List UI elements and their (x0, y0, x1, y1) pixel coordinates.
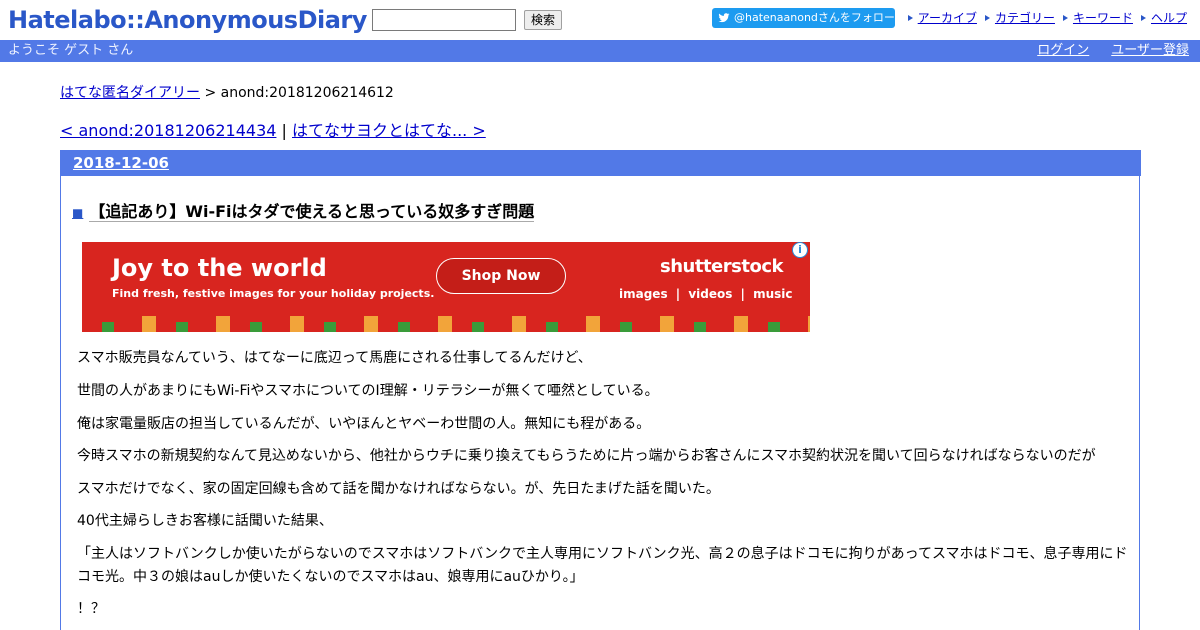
nav-archive-link[interactable]: アーカイブ (918, 10, 977, 26)
ad-headline: Joy to the world (112, 254, 327, 282)
entry-paragraph: 今時スマホの新規契約なんて見込めないから、他社からウチに乗り換えてもらうために片… (77, 448, 1096, 464)
arrow-right-icon (1062, 13, 1071, 23)
entry-paragraph: 40代主婦らしきお客様に話聞いた結果、 (77, 513, 333, 529)
breadcrumb-home[interactable]: はてな匿名ダイアリー (60, 85, 200, 101)
gift-pattern-icon (102, 316, 810, 332)
breadcrumb-current: anond:20181206214612 (220, 85, 394, 101)
nav-keyword[interactable]: キーワード (1062, 10, 1133, 26)
user-bar: ようこそ ゲスト さん ログイン ユーザー登録 (0, 40, 1200, 62)
top-nav: アーカイブ カテゴリー キーワード ヘルプ (907, 10, 1187, 26)
prev-entry-link[interactable]: < anond:20181206214434 (60, 121, 276, 140)
entry-paragraph: 「主人はソフトバンクしか使いたがらないのでスマホはソフトバンクで主人専用にソフト… (77, 546, 1128, 562)
ad-menu: images | videos | music (619, 287, 793, 301)
nav-help-link[interactable]: ヘルプ (1151, 10, 1187, 26)
login-link[interactable]: ログイン (1037, 40, 1089, 62)
account-links: ログイン ユーザー登録 (1037, 40, 1189, 62)
ad-brand-logo: shutterstock (660, 256, 783, 277)
nav-keyword-link[interactable]: キーワード (1073, 10, 1133, 26)
entry-date-link[interactable]: 2018-12-06 (73, 153, 169, 173)
breadcrumb: はてな匿名ダイアリー > anond:20181206214612 (60, 84, 394, 102)
pager-separator: | (276, 121, 292, 140)
permalink-square-icon[interactable]: ■ (72, 206, 83, 220)
twitter-icon (718, 13, 730, 23)
entry-section: 2018-12-06 ■ 【追記あり】Wi-Fiはタダで使えると思っている奴多すぎ… (60, 150, 1141, 630)
twitter-follow-button[interactable]: @hatenaanondさんをフォロー (712, 8, 895, 28)
ad-banner[interactable]: Joy to the world Find fresh, festive ima… (82, 242, 810, 332)
welcome-text: ようこそ ゲスト さん (8, 43, 134, 58)
search-input[interactable] (372, 9, 516, 31)
nav-help[interactable]: ヘルプ (1140, 10, 1187, 26)
date-header: 2018-12-06 (61, 150, 1141, 176)
ad-info-icon[interactable]: i (792, 242, 808, 258)
nav-archive[interactable]: アーカイブ (907, 10, 977, 26)
register-link[interactable]: ユーザー登録 (1111, 40, 1189, 62)
logo-text[interactable]: Hatelabo::AnonymousDiary (8, 6, 367, 34)
entry-paragraph: ！？ (77, 601, 105, 617)
entry-pager: < anond:20181206214434 | はてなサヨクとはてな... > (60, 121, 486, 141)
nav-category-link[interactable]: カテゴリー (995, 10, 1055, 26)
entry-paragraph: スマホだけでなく、家の固定回線も含めて話を聞かなければならない。が、先日たまげた… (77, 481, 720, 497)
search-button[interactable]: 検索 (524, 10, 562, 30)
site-logo[interactable]: Hatelabo::AnonymousDiary (8, 4, 367, 36)
entry-paragraph: スマホ販売員なんていう、はてなーに底辺って馬鹿にされる仕事してるんだけど、 (77, 350, 592, 366)
follow-label: @hatenaanondさんをフォロー (734, 11, 895, 24)
entry-title: ■ 【追記あり】Wi-Fiはタダで使えると思っている奴多すぎ問題 (72, 202, 535, 223)
entry-title-text: 【追記あり】Wi-Fiはタダで使えると思っている奴多すぎ問題 (89, 202, 535, 222)
arrow-right-icon (907, 13, 916, 23)
entry-paragraph: コモ光。中３の娘はauしか使いたくないのでスマホはau、娘専用にauひかり。」 (77, 569, 584, 585)
nav-category[interactable]: カテゴリー (984, 10, 1055, 26)
breadcrumb-separator: > (200, 85, 221, 101)
next-entry-link[interactable]: はてなサヨクとはてな... > (292, 121, 486, 140)
arrow-right-icon (1140, 13, 1149, 23)
ad-subtext: Find fresh, festive images for your holi… (112, 287, 435, 300)
entry-paragraph: 世間の人があまりにもWi-FiやスマホについてのI理解・リテラシーが無くて唖然と… (77, 383, 659, 399)
entry-paragraph: 俺は家電量販店の担当しているんだが、いやほんとヤベーわ世間の人。無知にも程がある… (77, 416, 651, 432)
top-header: Hatelabo::AnonymousDiary 検索 @hatenaanond… (0, 0, 1200, 40)
arrow-right-icon (984, 13, 993, 23)
ad-shop-button[interactable]: Shop Now (436, 258, 566, 294)
